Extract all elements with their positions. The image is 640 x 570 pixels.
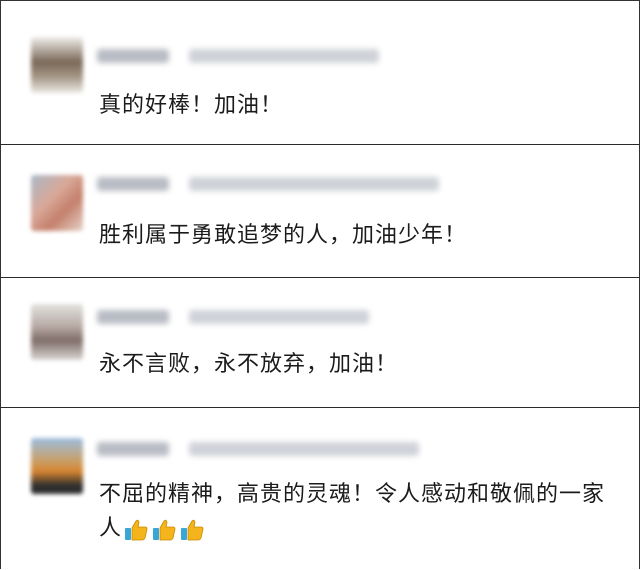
comment-text: 永不言败，永不放弃，加油！ [99, 352, 399, 377]
thumbs-up-icon [124, 518, 148, 541]
avatar[interactable] [31, 438, 83, 494]
timestamp-location-blurred [189, 49, 379, 63]
username-blurred[interactable] [97, 177, 169, 191]
username-blurred[interactable] [97, 310, 169, 324]
timestamp-location-blurred [189, 310, 369, 324]
comment-item: 永不言败，永不放弃，加油！ [1, 278, 639, 408]
comment-text: 真的好棒！加油！ [99, 93, 284, 118]
comment-feed: 真的好棒！加油！ 胜利属于勇敢追梦的人，加油少年！ 永不言败，永不放弃，加油！ … [0, 0, 640, 570]
comment-item: 不屈的精神，高贵的灵魂！令人感动和敬佩的一家人 [1, 408, 639, 570]
avatar[interactable] [31, 175, 83, 231]
comment-meta-blurred [97, 306, 417, 328]
avatar[interactable] [31, 37, 83, 93]
timestamp-location-blurred [189, 442, 419, 456]
thumbs-up-icon [180, 518, 204, 541]
comment-text: 胜利属于勇敢追梦的人，加油少年！ [99, 223, 468, 248]
comment-meta-blurred [97, 45, 417, 67]
comment-meta-blurred [97, 438, 419, 460]
username-blurred[interactable] [97, 49, 169, 63]
timestamp-location-blurred [189, 177, 439, 191]
avatar[interactable] [31, 304, 83, 360]
comment-item: 真的好棒！加油！ [1, 1, 639, 145]
username-blurred[interactable] [97, 442, 169, 456]
emoji-group [124, 512, 208, 546]
comment-item: 胜利属于勇敢追梦的人，加油少年！ [1, 145, 639, 278]
thumbs-up-icon [152, 518, 176, 541]
comment-text: 不屈的精神，高贵的灵魂！令人感动和敬佩的一家人 [99, 478, 609, 546]
comment-meta-blurred [97, 173, 439, 195]
